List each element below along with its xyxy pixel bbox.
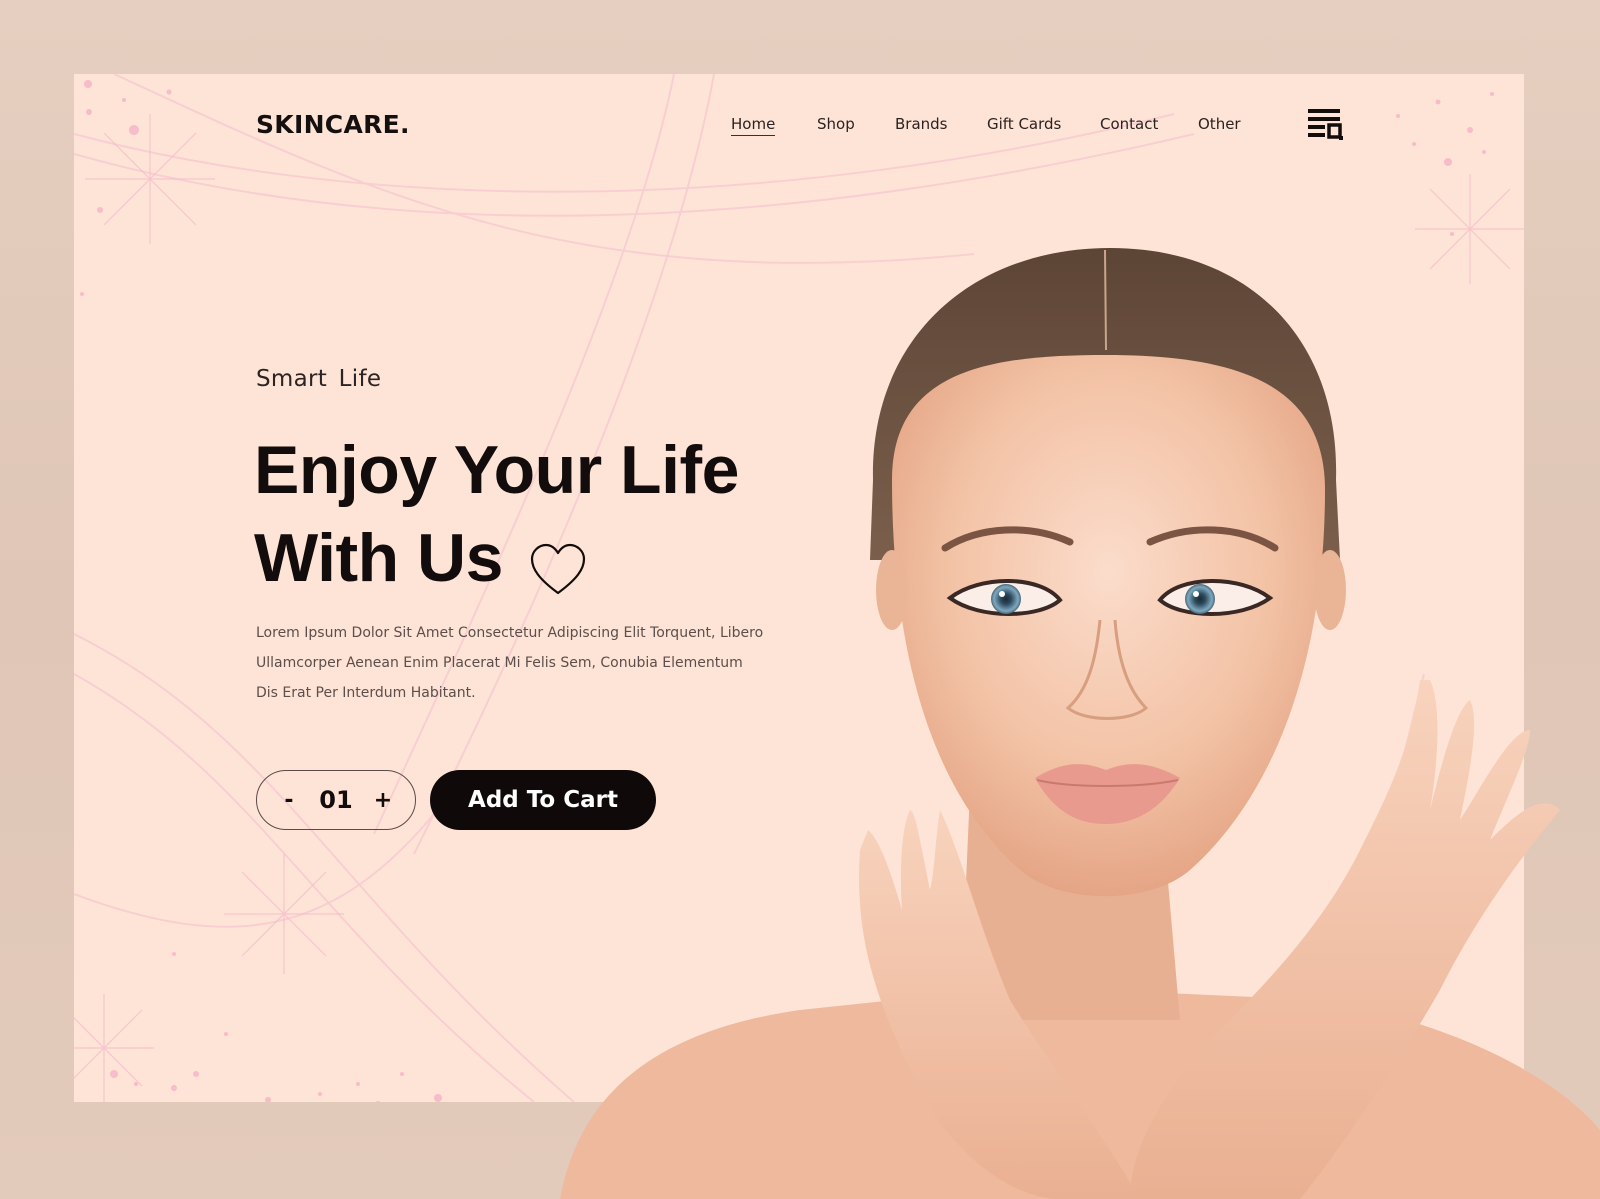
hero-headline: Enjoy Your Life With Us [254,426,739,602]
nav-item-gift-cards[interactable]: Gift Cards [987,115,1061,133]
decrement-button[interactable]: - [279,788,299,813]
hero-card: SKINCARE. Home Shop Brands Gift Cards Co… [74,74,1524,1102]
brand-logo[interactable]: SKINCARE. [256,110,410,139]
hero-description: Lorem Ipsum Dolor Sit Amet Consectetur A… [256,625,764,701]
headline-line-1: Enjoy Your Life [254,432,739,508]
quantity-value: 01 [319,786,353,814]
nav-item-contact[interactable]: Contact [1100,115,1158,133]
header: SKINCARE. Home Shop Brands Gift Cards Co… [74,74,1524,174]
headline-line-2: With Us [254,520,503,596]
heart-outline-icon [529,530,587,595]
increment-button[interactable]: + [373,788,393,813]
nav-item-shop[interactable]: Shop [817,115,855,133]
menu-search-icon[interactable] [1306,107,1344,141]
nav-item-other[interactable]: Other [1198,115,1241,133]
quantity-stepper[interactable]: - 01 + [256,770,416,830]
nav-item-brands[interactable]: Brands [895,115,948,133]
nav-item-home[interactable]: Home [731,115,776,136]
add-to-cart-button[interactable]: Add To Cart [430,770,656,830]
hero-tagline: Smart Life [256,366,382,392]
